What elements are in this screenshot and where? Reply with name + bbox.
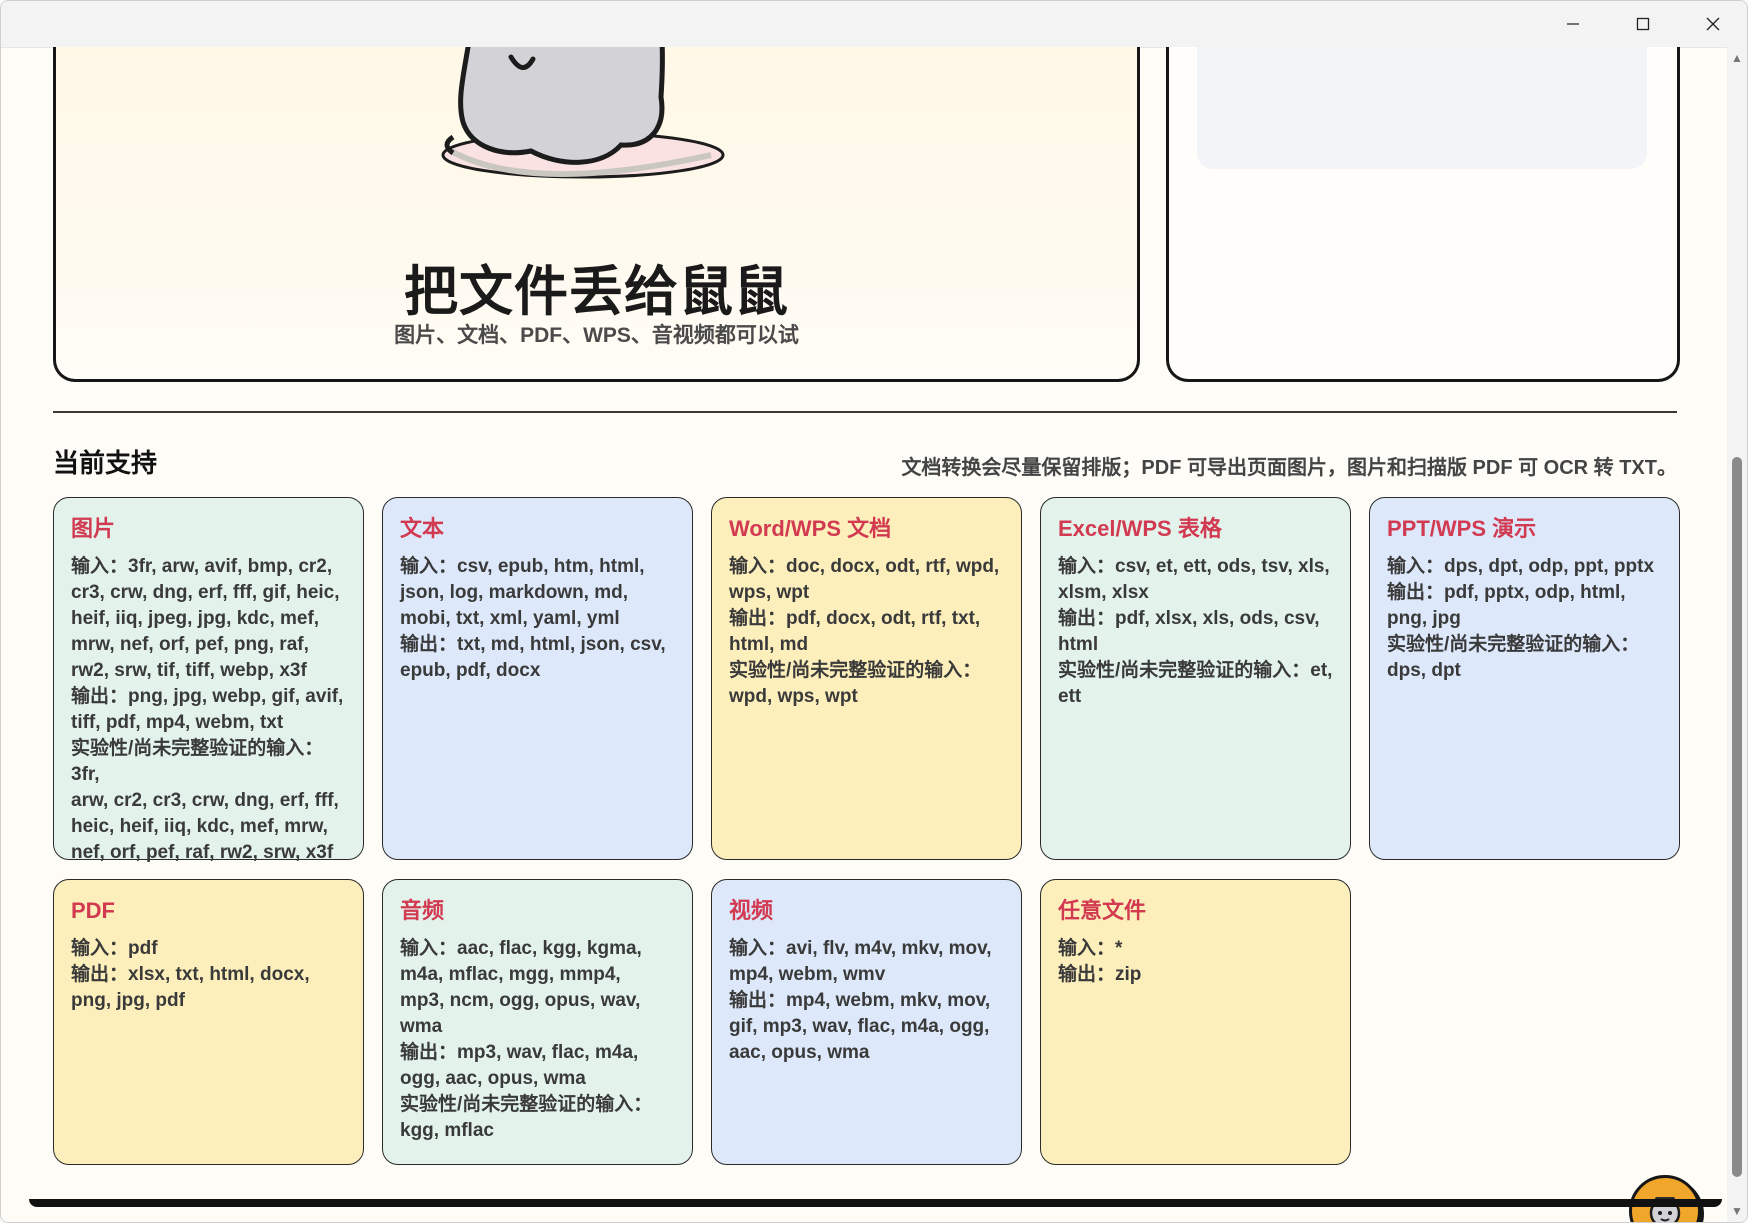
format-card-line: 实验性/尚未完整验证的输入： [400,1094,653,1115]
format-card-line: m4a, mflac, mgg, mmp4, [400,964,621,985]
format-card-line: heif, iiq, jpeg, jpg, kdc, mef, [71,608,320,629]
format-card-line: 输出：mp4, webm, mkv, mov, [729,990,991,1011]
format-card-line: 实验性/尚未完整验证的输入：et, [1058,660,1333,681]
format-card-line: 输出：pdf, xlsx, xls, ods, csv, [1058,608,1320,629]
format-card-title: 文本 [400,516,445,541]
format-card-line: png, jpg [1387,608,1461,629]
hero-title: 把文件丢给鼠鼠 [404,262,789,322]
format-card-line: wpd, wps, wpt [729,686,858,707]
format-card-line: gif, mp3, wav, flac, m4a, ogg, [729,1016,990,1037]
format-card-line: 实验性/尚未完整验证的输入：3fr, [71,738,324,785]
format-card-title: 任意文件 [1058,898,1147,923]
format-card-line: 输入：aac, flac, kgg, kgma, [400,938,642,959]
minimize-button[interactable] [1538,1,1608,47]
format-card-line: 实验性/尚未完整验证的输入： [1387,634,1640,655]
format-card-line: rw2, srw, tif, tiff, webp, x3f [71,660,307,681]
format-card-line: cr3, crw, dng, erf, fff, gif, heic, [71,582,340,603]
format-card: PPT/WPS 演示输入：dps, dpt, odp, ppt, pptx 输出：… [1369,497,1680,860]
format-card: 图片输入：3fr, arw, avif, bmp, cr2, cr3, crw, … [53,497,364,863]
format-card-line: aac, opus, wma [729,1042,870,1063]
format-card-line: mobi, txt, xml, yaml, yml [400,608,620,629]
format-card-title: Excel/WPS 表格 [1058,516,1222,541]
format-card-line: 输入：* [1058,938,1123,959]
vertical-scrollbar[interactable]: ▲ ▼ [1727,47,1747,1222]
window-frame-edge [29,1199,1722,1207]
format-card-line: 输入：3fr, arw, avif, bmp, cr2, [71,556,333,577]
app-window: 把文件丢给鼠鼠 图片、文档、PDF、WPS、音视频都可以试 当前支持 文档转换会… [0,0,1748,1223]
format-card-line: wps, wpt [729,582,810,603]
format-card-line: 输出：png, jpg, webp, gif, avif, [71,686,344,707]
format-card-line: 输出：zip [1058,964,1142,985]
format-card-line: 输出：xlsx, txt, html, docx, [71,964,310,985]
minimize-icon [1567,23,1579,25]
hero-subtitle: 图片、文档、PDF、WPS、音视频都可以试 [394,324,799,347]
format-card-line: dps, dpt [1387,660,1461,681]
format-card-line: wma [400,1016,443,1037]
format-card-line: 输入：doc, docx, odt, rtf, wpd, [729,556,1000,577]
format-card-line: mrw, nef, orf, pef, png, raf, [71,634,309,655]
side-panel-inner [1197,47,1647,169]
format-card-line: mp3, ncm, ogg, opus, wav, [400,990,641,1011]
section-divider [53,411,1677,413]
maximize-icon [1636,17,1650,31]
format-card-line: 输出：txt, md, html, json, csv, [400,634,666,655]
main-content: 把文件丢给鼠鼠 图片、文档、PDF、WPS、音视频都可以试 当前支持 文档转换会… [1,47,1727,1222]
format-card-title: Word/WPS 文档 [729,516,892,541]
format-card: 文本输入：csv, epub, htm, html, json, log, mar… [382,497,693,860]
format-card-line: arw, cr2, cr3, crw, dng, erf, fff, [71,790,339,811]
scroll-down-arrow-icon[interactable]: ▼ [1727,1202,1747,1220]
close-button[interactable] [1678,1,1747,47]
format-card: 视频输入：avi, flv, m4v, mkv, mov, mp4, webm, … [711,879,1022,1165]
format-card-line: 输出：mp3, wav, flac, m4a, [400,1042,639,1063]
format-card: PDF 输入：pdf 输出：xlsx, txt, html, docx, png, j… [53,879,364,1165]
format-card-line: html, md [729,634,809,655]
format-card-line: kgg, mflac [400,1120,494,1141]
format-card-line: mp4, webm, wmv [729,964,886,985]
support-note: 文档转换会尽量保留排版；PDF 可导出页面图片，图片和扫描版 PDF 可 OCR… [901,457,1677,479]
format-card-line: tiff, pdf, mp4, webm, txt [71,712,284,733]
close-icon [1706,17,1720,31]
format-card: 任意文件输入：* 输出：zip [1040,879,1351,1165]
format-card: Excel/WPS 表格输入：csv, et, ett, ods, tsv, x… [1040,497,1351,860]
format-card-line: 输入：avi, flv, m4v, mkv, mov, [729,938,992,959]
format-card-line: 输出：pdf, docx, odt, rtf, txt, [729,608,981,629]
format-card-line: png, jpg, pdf [71,990,185,1011]
format-card-line: heic, heif, iiq, kdc, mef, mrw, [71,816,328,837]
format-card-line: xlsm, xlsx [1058,582,1149,603]
format-card-title: 视频 [729,898,774,923]
title-bar [1,1,1747,48]
format-card-line: 输出：pdf, pptx, odp, html, [1387,582,1626,603]
format-card-line: 实验性/尚未完整验证的输入： [729,660,982,681]
format-card-line: nef, orf, pef, raf, rw2, srw, x3f [71,842,334,863]
format-card-line: epub, pdf, docx [400,660,541,681]
format-card-line: ett [1058,686,1082,707]
maximize-button[interactable] [1608,1,1678,47]
format-card-title: PDF [71,898,115,923]
scroll-up-arrow-icon[interactable]: ▲ [1727,49,1747,67]
file-drop-zone[interactable]: 把文件丢给鼠鼠 图片、文档、PDF、WPS、音视频都可以试 [53,47,1140,382]
format-card-line: 输入：dps, dpt, odp, ppt, pptx [1387,556,1655,577]
support-section-title: 当前支持 [53,448,158,478]
format-card-line: 输入：csv, epub, htm, html, [400,556,645,577]
format-card-line: ogg, aac, opus, wma [400,1068,586,1089]
format-card-title: PPT/WPS 演示 [1387,516,1537,541]
side-panel [1166,47,1680,382]
scroll-thumb[interactable] [1732,457,1742,1177]
mouse-mascot-icon [441,47,725,179]
format-card-line: 输入：pdf [71,938,158,959]
format-card-line: 输入：csv, et, ett, ods, tsv, xls, [1058,556,1330,577]
format-card-title: 音频 [400,898,445,923]
format-card-title: 图片 [71,516,116,541]
format-card-line: json, log, markdown, md, [400,582,629,603]
format-card: 音频输入：aac, flac, kgg, kgma, m4a, mflac, mg… [382,879,693,1165]
format-card: Word/WPS 文档输入：doc, docx, odt, rtf, wpd, w… [711,497,1022,860]
format-card-line: html [1058,634,1099,655]
